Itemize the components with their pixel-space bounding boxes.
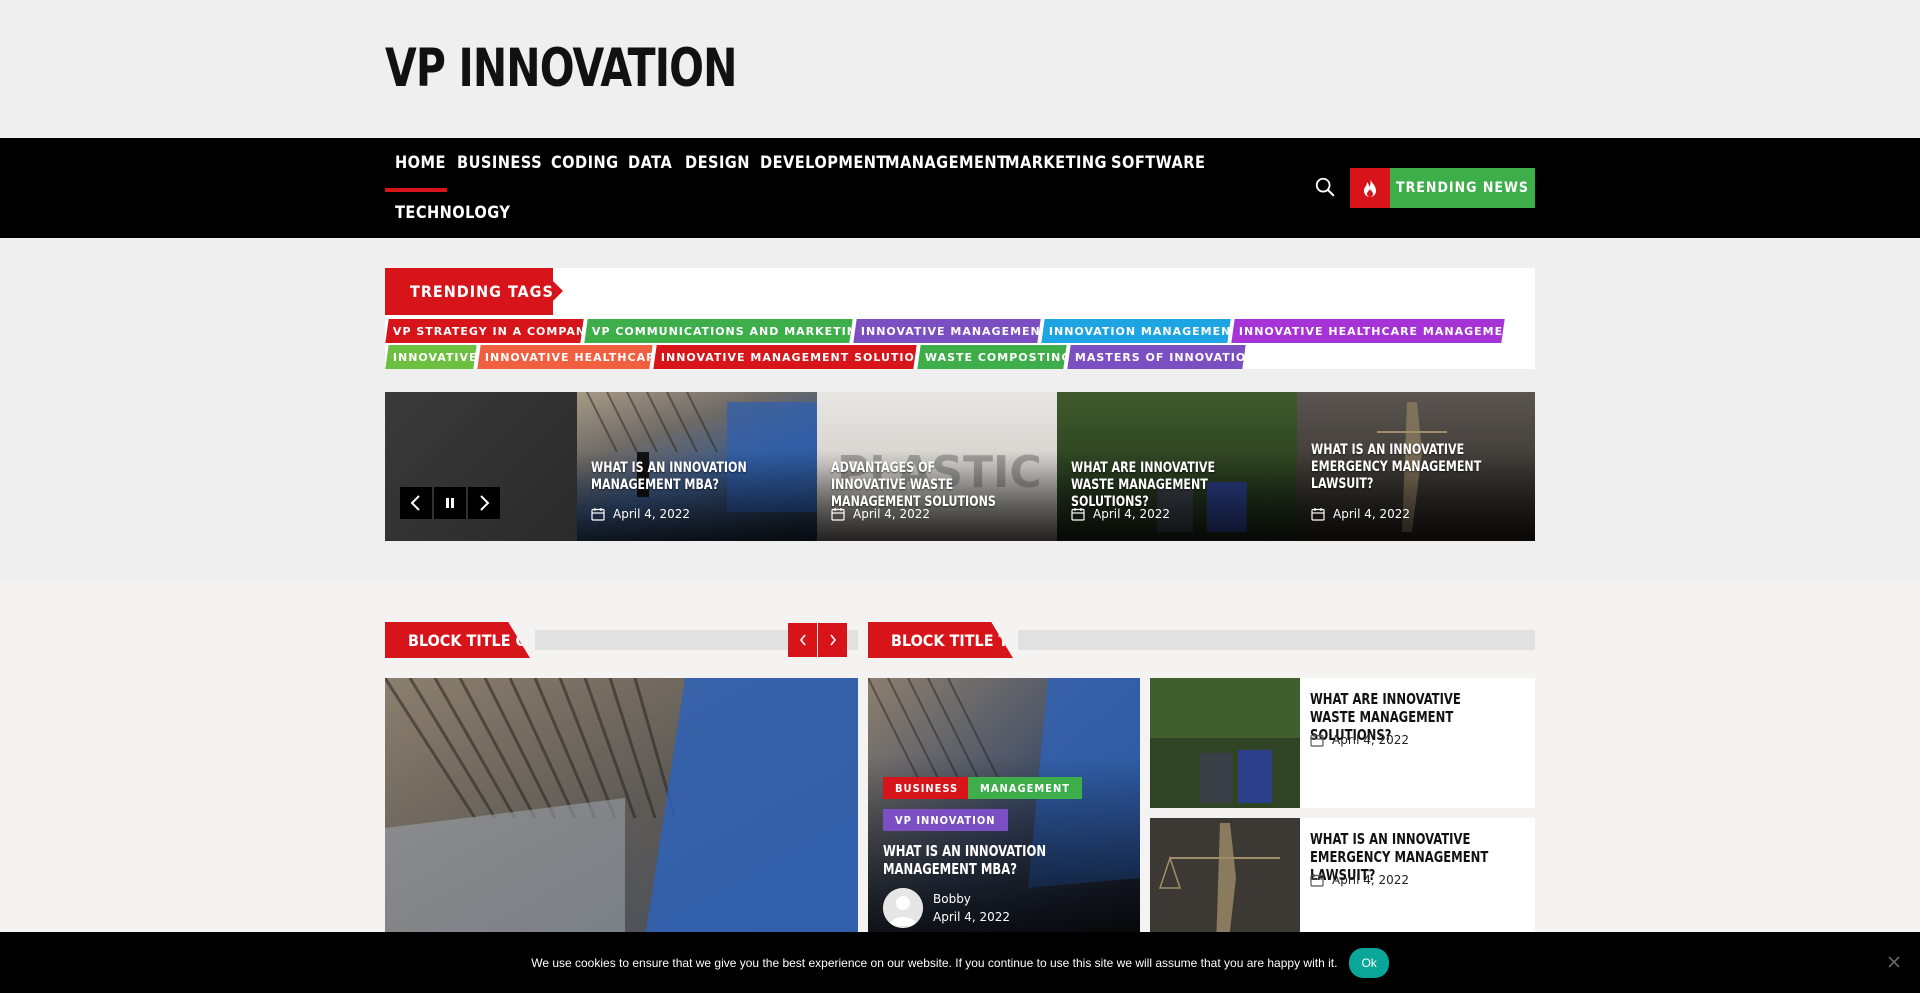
block-tab-header: BLOCK TITLE TAB	[868, 622, 1535, 658]
tag-innovative-management-solutions[interactable]: INNOVATIVE MANAGEMENT SOLUTIONS	[653, 345, 934, 369]
slide-date: April 4, 2022	[1311, 507, 1410, 521]
trending-news-button[interactable]: TRENDING NEWS	[1350, 168, 1535, 208]
calendar-icon	[831, 508, 845, 521]
slide-date-text: April 4, 2022	[1093, 507, 1171, 521]
side-post-1[interactable]: WHAT ARE INNOVATIVE WASTE MANAGEMENT SOL…	[1150, 678, 1535, 808]
main-post-title[interactable]: WHAT IS AN INNOVATION MANAGEMENT MBA?	[883, 842, 1096, 878]
calendar-icon	[1071, 508, 1085, 521]
nav-item-marketing[interactable]: MARKETING	[1005, 153, 1107, 173]
side-post-thumbnail[interactable]	[1150, 678, 1300, 808]
trending-news-label: TRENDING NEWS	[1390, 168, 1535, 208]
main-navigation: HOME BUSINESS CODING DATA DESIGN DEVELOP…	[0, 138, 1920, 238]
main-post-date: April 4, 2022	[933, 910, 1011, 924]
cookie-ok-button[interactable]: Ok	[1349, 947, 1389, 978]
nav-item-software[interactable]: SOFTWARE	[1111, 153, 1205, 173]
tag-innovation-management[interactable]: INNOVATION MANAGEMENT	[1041, 319, 1240, 343]
tag-waste-composting[interactable]: WASTE COMPOSTING	[917, 345, 1071, 369]
nav-active-indicator	[385, 188, 447, 192]
slide-date: April 4, 2022	[591, 507, 690, 521]
block-header-bar	[1018, 630, 1535, 650]
category-badge-management[interactable]: MANAGEMENT	[968, 777, 1082, 799]
tag-masters-of-innovation[interactable]: MASTERS OF INNOVATION	[1067, 345, 1256, 369]
trending-tags-box: TRENDING TAGS VP STRATEGY IN A COMPANY V…	[385, 268, 1535, 369]
close-icon[interactable]	[1886, 954, 1902, 970]
slide-date: April 4, 2022	[831, 507, 930, 521]
trending-tags-title: TRENDING TAGS	[385, 268, 563, 315]
slider-next-button[interactable]	[468, 487, 500, 519]
calendar-icon	[1311, 508, 1325, 521]
nav-item-design[interactable]: DESIGN	[685, 153, 750, 173]
slide-1[interactable]: WHAT IS AN INNOVATION MANAGEMENT MBA? Ap…	[577, 392, 817, 541]
side-post-date-text: April 4, 2022	[1332, 873, 1410, 887]
side-post-date: April 4, 2022	[1310, 873, 1409, 887]
slide-2[interactable]: PLASTIC ADVANTAGES OF INNOVATIVE WASTE M…	[817, 392, 1057, 541]
slide-title[interactable]: ADVANTAGES OF INNOVATIVE WASTE MANAGEMEN…	[831, 460, 1007, 511]
tag-innovative-healthcare-management[interactable]: INNOVATIVE HEALTHCARE MANAGEMENT	[1231, 319, 1522, 343]
tag-vp-communications[interactable]: VP COMMUNICATIONS AND MARKETING	[584, 319, 867, 343]
block-one-featured-image[interactable]	[385, 678, 858, 938]
calendar-icon	[591, 508, 605, 521]
nav-item-technology[interactable]: TECHNOLOGY	[395, 203, 510, 223]
author-name[interactable]: Bobby	[933, 892, 971, 906]
slide-title[interactable]: WHAT IS AN INNOVATION MANAGEMENT MBA?	[591, 460, 767, 494]
slide-4[interactable]: WHAT IS AN INNOVATIVE EMERGENCY MANAGEME…	[1297, 392, 1535, 541]
slide-date-text: April 4, 2022	[613, 507, 691, 521]
block-tab-main-post[interactable]: BUSINESS MANAGEMENT VP INNOVATION WHAT I…	[868, 678, 1140, 938]
fire-icon	[1350, 168, 1390, 208]
pause-icon	[446, 498, 454, 508]
nav-menu: HOME BUSINESS CODING DATA DESIGN DEVELOP…	[385, 138, 1205, 238]
side-post-date: April 4, 2022	[1310, 733, 1409, 747]
user-icon	[883, 888, 923, 928]
author-avatar[interactable]	[883, 888, 923, 928]
slide-date-text: April 4, 2022	[1333, 507, 1411, 521]
category-badge-business[interactable]: BUSINESS	[883, 777, 971, 799]
nav-item-development[interactable]: DEVELOPMENT	[760, 153, 887, 173]
slider-controls	[400, 487, 500, 519]
tag-innovative[interactable]: INNOVATIVE	[385, 345, 478, 369]
slider-pause-button[interactable]	[434, 487, 466, 519]
chevron-right-icon	[480, 495, 490, 511]
calendar-icon	[1310, 874, 1324, 887]
side-post-thumbnail[interactable]	[1150, 818, 1300, 948]
side-post-image	[1150, 678, 1300, 808]
nav-item-coding[interactable]: CODING	[551, 153, 619, 173]
nav-item-management[interactable]: MANAGEMENT	[885, 153, 1007, 173]
nav-item-data[interactable]: DATA	[628, 153, 672, 173]
nav-item-business[interactable]: BUSINESS	[457, 153, 542, 173]
block-one-header: BLOCK TITLE ONE	[385, 622, 858, 658]
site-title[interactable]: VP INNOVATION	[385, 38, 737, 99]
slide-title[interactable]: WHAT IS AN INNOVATIVE EMERGENCY MANAGEME…	[1311, 442, 1487, 493]
chevron-left-icon	[410, 495, 420, 511]
side-post-date-text: April 4, 2022	[1332, 733, 1410, 747]
block-one-next-button[interactable]	[818, 623, 847, 657]
block-tab-title: BLOCK TITLE TAB	[868, 622, 1013, 658]
tag-vp-strategy[interactable]: VP STRATEGY IN A COMPANY	[385, 319, 595, 343]
featured-image	[385, 678, 858, 938]
slide-title[interactable]: WHAT ARE INNOVATIVE WASTE MANAGEMENT SOL…	[1071, 460, 1247, 511]
cookie-text: We use cookies to ensure that we give yo…	[531, 955, 1338, 970]
category-badge-vp-innovation[interactable]: VP INNOVATION	[883, 809, 1008, 831]
site-header: VP INNOVATION	[0, 0, 1920, 138]
tag-innovative-management[interactable]: INNOVATIVE MANAGEMENT	[853, 319, 1049, 343]
slider-prev-button[interactable]	[400, 487, 432, 519]
calendar-icon	[1310, 734, 1324, 747]
search-icon[interactable]	[1314, 176, 1336, 198]
tag-innovative-healthcare[interactable]: INNOVATIVE HEALTHCARE	[477, 345, 664, 369]
block-one-title: BLOCK TITLE ONE	[385, 622, 530, 658]
slide-3[interactable]: WHAT ARE INNOVATIVE WASTE MANAGEMENT SOL…	[1057, 392, 1297, 541]
slide-date-text: April 4, 2022	[853, 507, 931, 521]
nav-item-home[interactable]: HOME	[395, 153, 446, 173]
side-post-2[interactable]: WHAT IS AN INNOVATIVE EMERGENCY MANAGEME…	[1150, 818, 1535, 948]
block-one-prev-button[interactable]	[788, 623, 817, 657]
news-ticker-slider: WHAT IS AN INNOVATION MANAGEMENT MBA? Ap…	[385, 392, 1535, 541]
cookie-notice: We use cookies to ensure that we give yo…	[0, 932, 1920, 993]
slide-date: April 4, 2022	[1071, 507, 1170, 521]
side-post-image	[1150, 818, 1300, 948]
chevron-right-icon	[829, 634, 836, 646]
chevron-left-icon	[799, 634, 806, 646]
